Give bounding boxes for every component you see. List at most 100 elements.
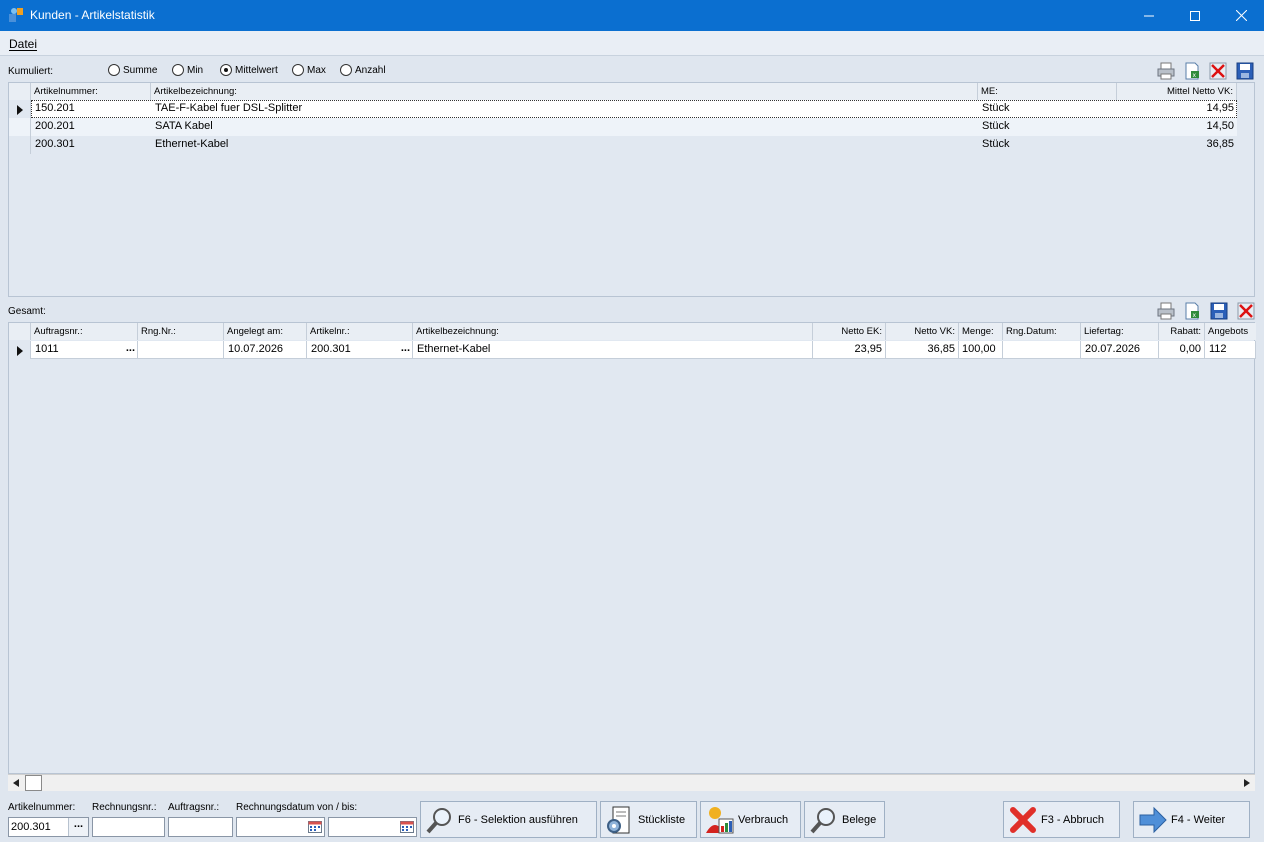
selektion-label: F6 - Selektion ausführen <box>458 813 578 826</box>
calendar-icon[interactable] <box>308 821 322 833</box>
selektion-ausfuehren-button[interactable]: F6 - Selektion ausführen <box>420 801 597 838</box>
scroll-left-button[interactable] <box>8 775 24 791</box>
orders-grid: Auftragsnr.: Rng.Nr.: Angelegt am: Artik… <box>8 322 1256 774</box>
col-rabatt[interactable]: Rabatt: <box>1159 323 1205 340</box>
parts-list-icon <box>607 806 630 833</box>
belege-button[interactable]: Belege <box>804 801 885 838</box>
col-artikelbezeichnung[interactable]: Artikelbezeichnung: <box>413 323 813 340</box>
radio-mittelwert[interactable]: Mittelwert <box>220 63 278 77</box>
col-mittel-netto-vk[interactable]: Mittel Netto VK: <box>1117 83 1237 100</box>
row-indicator <box>9 100 31 118</box>
rechnungsnr-field[interactable] <box>92 817 165 837</box>
svg-text:x: x <box>1193 72 1197 79</box>
stueckliste-label: Stückliste <box>638 813 686 826</box>
scroll-thumb[interactable] <box>25 775 42 791</box>
export-excel-icon[interactable]: x <box>1183 302 1201 320</box>
kumuliert-label: Kumuliert: <box>8 66 54 77</box>
col-me[interactable]: ME: <box>978 83 1117 100</box>
row-indicator <box>9 118 31 136</box>
radio-anzahl[interactable]: Anzahl <box>340 63 386 77</box>
radio-max[interactable]: Max <box>292 63 326 77</box>
artikelnr-lookup-button[interactable]: ... <box>401 342 410 354</box>
cell-artikelnr[interactable]: 200.301 ... <box>307 341 413 359</box>
grid-corner <box>9 323 31 340</box>
user-chart-icon <box>706 806 734 833</box>
col-artikelnummer[interactable]: Artikelnummer: <box>31 83 151 100</box>
menu-datei[interactable]: Datei <box>9 37 37 51</box>
cell-menge[interactable]: 100,00 <box>959 341 1003 359</box>
cell-artikelnummer: 200.201 <box>35 120 75 132</box>
article-grid: Artikelnummer: Artikelbezeichnung: ME: M… <box>8 82 1255 297</box>
cell-artikelbezeichnung: TAE-F-Kabel fuer DSL-Splitter <box>155 102 303 114</box>
cell-rabatt[interactable]: 0,00 <box>1159 341 1205 359</box>
delete-icon[interactable] <box>1237 302 1255 320</box>
col-angebots[interactable]: Angebots <box>1205 323 1256 340</box>
cell-artikelnummer: 200.301 <box>35 138 75 150</box>
col-liefertag[interactable]: Liefertag: <box>1081 323 1159 340</box>
table-row[interactable]: 200.201 SATA Kabel Stück 14,50 <box>9 118 1237 136</box>
stueckliste-button[interactable]: Stückliste <box>600 801 697 838</box>
cell-artikelnr-value: 200.301 <box>311 343 351 355</box>
col-artikelnr[interactable]: Artikelnr.: <box>307 323 413 340</box>
current-row-arrow-icon <box>17 105 23 115</box>
menu-bar: Datei <box>0 31 1264 56</box>
cell-mittel-netto-vk: 14,50 <box>1206 120 1234 132</box>
col-menge[interactable]: Menge: <box>959 323 1003 340</box>
cell-rng-datum[interactable] <box>1003 341 1081 359</box>
verbrauch-button[interactable]: Verbrauch <box>700 801 801 838</box>
artikelnummer-field[interactable]: 200.301 ... <box>8 817 89 837</box>
radio-summe[interactable]: Summe <box>108 63 157 77</box>
window-title: Kunden - Artikelstatistik <box>30 8 155 22</box>
artikelnummer-lookup-button[interactable]: ... <box>68 818 88 836</box>
col-netto-ek[interactable]: Netto EK: <box>813 323 886 340</box>
col-netto-vk[interactable]: Netto VK: <box>886 323 959 340</box>
cell-rng-nr[interactable] <box>138 341 224 359</box>
save-icon[interactable] <box>1210 302 1228 320</box>
abbruch-button[interactable]: F3 - Abbruch <box>1003 801 1120 838</box>
table-row[interactable]: 200.301 Ethernet-Kabel Stück 36,85 <box>9 136 1237 154</box>
table-row[interactable]: 1011 ... 10.07.2026 200.301 ... Ethernet… <box>9 341 1256 359</box>
maximize-icon <box>1190 10 1200 21</box>
col-rng-nr[interactable]: Rng.Nr.: <box>138 323 224 340</box>
rechnungsdatum-bis-field[interactable] <box>328 817 417 837</box>
minimize-button[interactable] <box>1126 0 1172 31</box>
print-icon[interactable] <box>1157 62 1175 80</box>
export-excel-icon[interactable]: x <box>1183 62 1201 80</box>
calendar-icon[interactable] <box>400 821 414 833</box>
weiter-button[interactable]: F4 - Weiter <box>1133 801 1250 838</box>
maximize-button[interactable] <box>1172 0 1218 31</box>
col-rng-datum[interactable]: Rng.Datum: <box>1003 323 1081 340</box>
col-angelegt-am[interactable]: Angelegt am: <box>224 323 307 340</box>
belege-label: Belege <box>842 813 877 826</box>
cell-netto-vk[interactable]: 36,85 <box>886 341 959 359</box>
table-row[interactable]: 150.201 TAE-F-Kabel fuer DSL-Splitter St… <box>9 100 1237 118</box>
scroll-right-button[interactable] <box>1239 775 1255 791</box>
artikelnummer-label: Artikelnummer: <box>8 802 76 813</box>
cell-artikelnummer: 150.201 <box>35 102 75 114</box>
grid-corner <box>9 83 31 100</box>
horizontal-scrollbar[interactable] <box>8 774 1255 791</box>
cell-liefertag[interactable]: 20.07.2026 <box>1081 341 1159 359</box>
cell-artikelbezeichnung[interactable]: Ethernet-Kabel <box>413 341 813 359</box>
row-indicator <box>9 341 31 359</box>
delete-icon[interactable] <box>1209 62 1227 80</box>
print-icon[interactable] <box>1157 302 1175 320</box>
cell-angelegt-am[interactable]: 10.07.2026 <box>224 341 307 359</box>
cell-me: Stück <box>982 102 1010 114</box>
auftragsnr-field[interactable] <box>168 817 233 837</box>
cell-artikelbezeichnung: Ethernet-Kabel <box>155 138 229 150</box>
close-button[interactable] <box>1218 0 1264 31</box>
radio-min-label: Min <box>187 64 204 76</box>
radio-min[interactable]: Min <box>172 63 203 77</box>
magnifier-icon <box>426 807 451 833</box>
rechnungsdatum-von-field[interactable] <box>236 817 325 837</box>
auftragsnr-lookup-button[interactable]: ... <box>126 342 135 354</box>
col-auftragsnr[interactable]: Auftragsnr.: <box>31 323 138 340</box>
arrow-right-icon <box>1139 806 1167 833</box>
cell-auftragsnr[interactable]: 1011 ... <box>31 341 138 359</box>
cell-mittel-netto-vk: 36,85 <box>1206 138 1234 150</box>
col-artikelbezeichnung[interactable]: Artikelbezeichnung: <box>151 83 978 100</box>
cell-netto-ek[interactable]: 23,95 <box>813 341 886 359</box>
cell-angebots[interactable]: 112 <box>1205 341 1256 359</box>
save-icon[interactable] <box>1236 62 1254 80</box>
